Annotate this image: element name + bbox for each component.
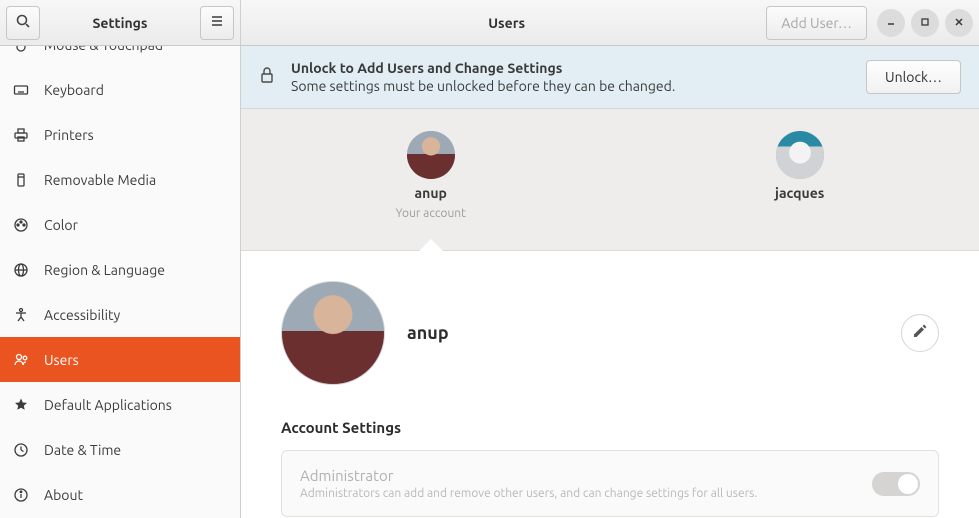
user-chip-jacques[interactable]: jacques (775, 131, 824, 201)
detail-header: anup (281, 281, 939, 385)
add-user-label: Add User… (781, 15, 852, 31)
avatar-large[interactable] (281, 281, 385, 385)
users-icon (12, 352, 30, 368)
star-icon (12, 397, 30, 413)
row-text: Administrator Administrators can add and… (300, 467, 757, 500)
close-button[interactable] (945, 9, 973, 37)
media-icon (12, 172, 30, 188)
printer-icon (12, 127, 30, 143)
lock-icon (259, 66, 275, 88)
user-strip: anup Your account jacques (241, 109, 979, 251)
headerbar-left: Settings (0, 0, 241, 45)
content-area: Unlock to Add Users and Change Settings … (241, 46, 979, 518)
sidebar-item-label: Date & Time (44, 442, 121, 458)
sidebar-item-label: About (44, 487, 83, 503)
sidebar-item-label: Removable Media (44, 172, 156, 188)
unlock-title: Unlock to Add Users and Change Settings (291, 60, 675, 76)
user-detail: anup Account Settings Administrator Admi… (241, 251, 979, 518)
avatar (776, 131, 824, 179)
user-name: jacques (775, 185, 824, 201)
administrator-toggle (872, 472, 920, 496)
unlock-button[interactable]: Unlock… (866, 60, 961, 94)
minimize-icon (885, 14, 897, 32)
info-icon (12, 487, 30, 503)
row-subtitle: Administrators can add and remove other … (300, 487, 757, 500)
sidebar-item-label: Region & Language (44, 262, 165, 278)
sidebar-item-region-language[interactable]: Region & Language (0, 247, 240, 292)
window-controls (877, 9, 973, 37)
accessibility-icon (12, 307, 30, 323)
user-name: anup (415, 185, 447, 201)
mouse-icon (12, 46, 30, 53)
search-icon (15, 13, 31, 33)
sidebar-item-keyboard[interactable]: Keyboard (0, 67, 240, 112)
body: Mouse & Touchpad Keyboard Printers Removabl… (0, 46, 979, 518)
sidebar-item-label: Mouse & Touchpad (44, 46, 163, 53)
panel-title: Users (247, 15, 766, 31)
sidebar-item-date-time[interactable]: Date & Time (0, 427, 240, 472)
keyboard-icon (12, 82, 30, 98)
sidebar-item-label: Keyboard (44, 82, 104, 98)
maximize-icon (919, 14, 931, 32)
detail-user-name: anup (407, 323, 449, 343)
hamburger-menu-button[interactable] (200, 6, 234, 40)
clock-icon (12, 442, 30, 458)
sidebar-item-label: Printers (44, 127, 94, 143)
sidebar-title: Settings (40, 15, 200, 31)
sidebar-item-label: Color (44, 217, 78, 233)
hamburger-icon (209, 13, 225, 33)
color-icon (12, 217, 30, 233)
pencil-icon (912, 323, 928, 343)
section-heading: Account Settings (281, 419, 939, 436)
avatar (407, 131, 455, 179)
selection-notch (419, 239, 443, 251)
unlock-text: Unlock to Add Users and Change Settings … (291, 60, 675, 94)
sidebar-item-color[interactable]: Color (0, 202, 240, 247)
user-chip-anup[interactable]: anup Your account (396, 131, 466, 220)
sidebar-item-default-applications[interactable]: Default Applications (0, 382, 240, 427)
maximize-button[interactable] (911, 9, 939, 37)
unlock-bar: Unlock to Add Users and Change Settings … (241, 46, 979, 109)
minimize-button[interactable] (877, 9, 905, 37)
globe-icon (12, 262, 30, 278)
sidebar-item-users[interactable]: Users (0, 337, 240, 382)
row-title: Administrator (300, 467, 757, 484)
sidebar-item-label: Default Applications (44, 397, 172, 413)
administrator-row: Administrator Administrators can add and… (281, 450, 939, 517)
unlock-subtitle: Some settings must be unlocked before th… (291, 78, 675, 94)
search-button[interactable] (6, 6, 40, 40)
sidebar-item-label: Users (44, 352, 79, 368)
sidebar-item-label: Accessibility (44, 307, 120, 323)
sidebar: Mouse & Touchpad Keyboard Printers Removabl… (0, 46, 241, 518)
sidebar-item-about[interactable]: About (0, 472, 240, 517)
sidebar-item-printers[interactable]: Printers (0, 112, 240, 157)
headerbar: Settings Users Add User… (0, 0, 979, 46)
sidebar-item-removable-media[interactable]: Removable Media (0, 157, 240, 202)
close-icon (953, 14, 965, 32)
headerbar-right: Users Add User… (241, 0, 979, 45)
edit-name-button[interactable] (901, 314, 939, 352)
user-subtitle: Your account (396, 207, 466, 220)
sidebar-item-mouse-touchpad[interactable]: Mouse & Touchpad (0, 46, 240, 67)
sidebar-item-accessibility[interactable]: Accessibility (0, 292, 240, 337)
add-user-button: Add User… (766, 6, 867, 40)
